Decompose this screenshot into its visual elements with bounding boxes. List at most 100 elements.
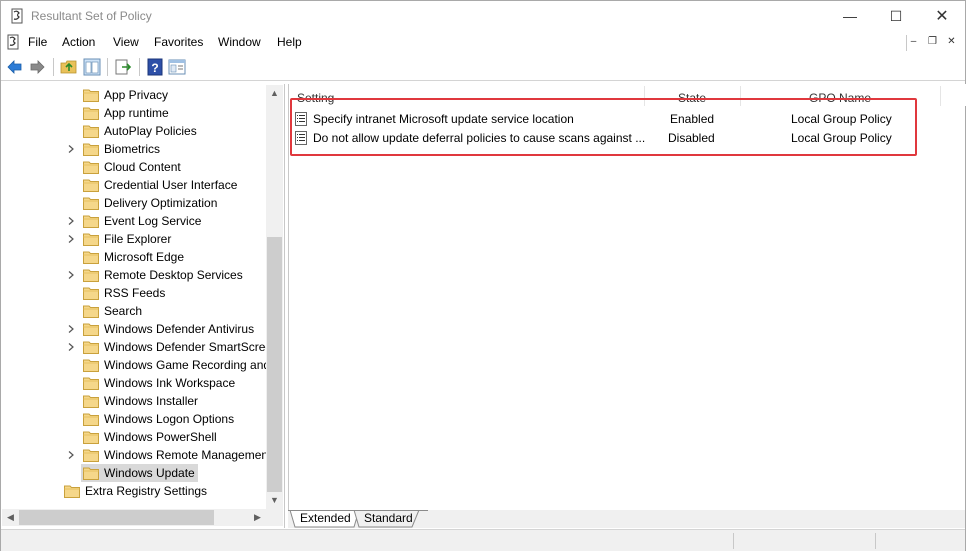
folder-icon bbox=[83, 197, 99, 210]
folder-icon bbox=[83, 107, 99, 120]
folder-icon bbox=[83, 323, 99, 336]
tree-item-label: Event Log Service bbox=[104, 214, 202, 228]
folder-icon bbox=[83, 305, 99, 318]
tree-item[interactable]: Event Log Service bbox=[2, 212, 266, 230]
column-divider[interactable] bbox=[940, 86, 941, 106]
tree-item[interactable]: Cloud Content bbox=[2, 158, 266, 176]
tree-item[interactable]: App runtime bbox=[2, 104, 266, 122]
folder-icon bbox=[83, 413, 99, 426]
export-list-icon[interactable] bbox=[114, 58, 132, 76]
tree-item-label: Windows Installer bbox=[104, 394, 199, 408]
chevron-right-icon[interactable] bbox=[67, 325, 75, 333]
tree-item-label: App Privacy bbox=[104, 88, 169, 102]
scroll-right-arrow-icon[interactable]: ▶ bbox=[249, 509, 266, 526]
status-separator bbox=[875, 533, 876, 549]
tree-item-label: Extra Registry Settings bbox=[85, 484, 208, 498]
scroll-down-arrow-icon[interactable]: ▼ bbox=[266, 492, 283, 509]
tree-item-label: Windows Defender SmartScree bbox=[104, 340, 273, 354]
tree-item[interactable]: Delivery Optimization bbox=[2, 194, 266, 212]
tree-item-label: Windows Defender Antivirus bbox=[104, 322, 255, 336]
tree-vertical-scrollbar[interactable]: ▲ ▼ bbox=[266, 85, 283, 509]
folder-icon bbox=[83, 215, 99, 228]
folder-icon bbox=[83, 125, 99, 138]
tree-item[interactable]: RSS Feeds bbox=[2, 284, 266, 302]
tree-horizontal-scrollbar[interactable]: ◀ ▶ bbox=[2, 509, 266, 526]
minimize-button[interactable]: — bbox=[827, 1, 873, 32]
chevron-right-icon[interactable] bbox=[67, 217, 75, 225]
folder-icon bbox=[83, 431, 99, 444]
show-hide-tree-icon[interactable] bbox=[83, 58, 101, 76]
properties-pane-icon[interactable] bbox=[168, 58, 186, 76]
chevron-right-icon[interactable] bbox=[67, 271, 75, 279]
view-tabs: Extended Standard bbox=[288, 510, 965, 528]
scroll-up-arrow-icon[interactable]: ▲ bbox=[266, 85, 283, 102]
chevron-right-icon[interactable] bbox=[67, 145, 75, 153]
chevron-right-icon[interactable] bbox=[67, 343, 75, 351]
scrollbar-corner bbox=[266, 509, 283, 526]
window-title: Resultant Set of Policy bbox=[31, 9, 152, 23]
status-separator bbox=[733, 533, 734, 549]
vertical-scroll-thumb[interactable] bbox=[267, 237, 282, 492]
tree-item-label: RSS Feeds bbox=[104, 286, 166, 300]
folder-icon bbox=[83, 377, 99, 390]
help-icon[interactable]: ? bbox=[146, 58, 164, 76]
tree-item[interactable]: App Privacy bbox=[2, 86, 266, 104]
menu-bar: File Action View Favorites Window Help ‒… bbox=[1, 32, 965, 53]
chevron-right-icon[interactable] bbox=[67, 235, 75, 243]
tree-item-label: Microsoft Edge bbox=[104, 250, 185, 264]
annotation-highlight-box bbox=[290, 98, 917, 156]
chevron-right-icon[interactable] bbox=[67, 451, 75, 459]
tree-item[interactable]: Remote Desktop Services bbox=[2, 266, 266, 284]
tree-item[interactable]: Windows Game Recording and bbox=[2, 356, 270, 374]
toolbar-separator bbox=[139, 58, 140, 76]
tree-item[interactable]: Microsoft Edge bbox=[2, 248, 266, 266]
tree-item[interactable]: AutoPlay Policies bbox=[2, 122, 266, 140]
folder-icon bbox=[83, 89, 99, 102]
tree-item-extra-registry-settings[interactable]: Extra Registry Settings bbox=[2, 482, 266, 500]
tree-item[interactable]: Search bbox=[2, 302, 266, 320]
menu-help[interactable]: Help bbox=[277, 35, 302, 49]
tab-standard[interactable]: Standard bbox=[364, 510, 413, 528]
tree-item[interactable]: Windows PowerShell bbox=[2, 428, 266, 446]
child-restore-button[interactable]: ❐ bbox=[923, 33, 942, 51]
tree-item[interactable]: Credential User Interface bbox=[2, 176, 266, 194]
child-close-button[interactable]: ✕ bbox=[942, 33, 961, 51]
tree-item[interactable]: Biometrics bbox=[2, 140, 266, 158]
tree-item[interactable]: Windows Remote Managemen bbox=[2, 446, 268, 464]
tree-item-label: App runtime bbox=[104, 106, 169, 120]
rsop-document-icon[interactable] bbox=[5, 34, 21, 50]
tree-item[interactable]: Windows Defender Antivirus bbox=[2, 320, 266, 338]
menu-action[interactable]: Action bbox=[62, 35, 95, 49]
folder-icon bbox=[64, 485, 80, 498]
menu-window[interactable]: Window bbox=[218, 35, 261, 49]
close-button[interactable]: ✕ bbox=[919, 1, 965, 32]
child-minimize-button[interactable]: ‒ bbox=[904, 33, 923, 51]
tree-item[interactable]: Windows Defender SmartScree bbox=[2, 338, 272, 356]
tab-extended[interactable]: Extended bbox=[300, 510, 351, 528]
tree-item[interactable]: Windows Ink Workspace bbox=[2, 374, 266, 392]
menu-view[interactable]: View bbox=[113, 35, 139, 49]
tree-item[interactable]: File Explorer bbox=[2, 230, 266, 248]
menu-file[interactable]: File bbox=[28, 35, 47, 49]
horizontal-scroll-thumb[interactable] bbox=[19, 510, 214, 525]
back-arrow-icon[interactable] bbox=[6, 58, 24, 76]
tree-item[interactable]: Windows Logon Options bbox=[2, 410, 266, 428]
folder-icon bbox=[83, 233, 99, 246]
tree-item-label: File Explorer bbox=[104, 232, 172, 246]
menu-favorites[interactable]: Favorites bbox=[154, 35, 203, 49]
toolbar-separator bbox=[107, 58, 108, 76]
folder-icon bbox=[83, 449, 99, 462]
maximize-button[interactable]: ☐ bbox=[873, 1, 919, 32]
up-folder-icon[interactable] bbox=[60, 58, 78, 76]
tree-item[interactable]: Windows Installer bbox=[2, 392, 266, 410]
tree-item-label: Delivery Optimization bbox=[104, 196, 218, 210]
folder-icon bbox=[83, 179, 99, 192]
status-bar bbox=[1, 529, 965, 551]
scroll-left-arrow-icon[interactable]: ◀ bbox=[2, 509, 19, 526]
forward-arrow-icon[interactable] bbox=[28, 58, 46, 76]
toolbar-separator bbox=[53, 58, 54, 76]
folder-icon bbox=[83, 269, 99, 282]
tree-item-label: Windows Logon Options bbox=[104, 412, 235, 426]
tree-item-label: Credential User Interface bbox=[104, 178, 238, 192]
tree-item[interactable]: Windows Update bbox=[2, 464, 266, 482]
